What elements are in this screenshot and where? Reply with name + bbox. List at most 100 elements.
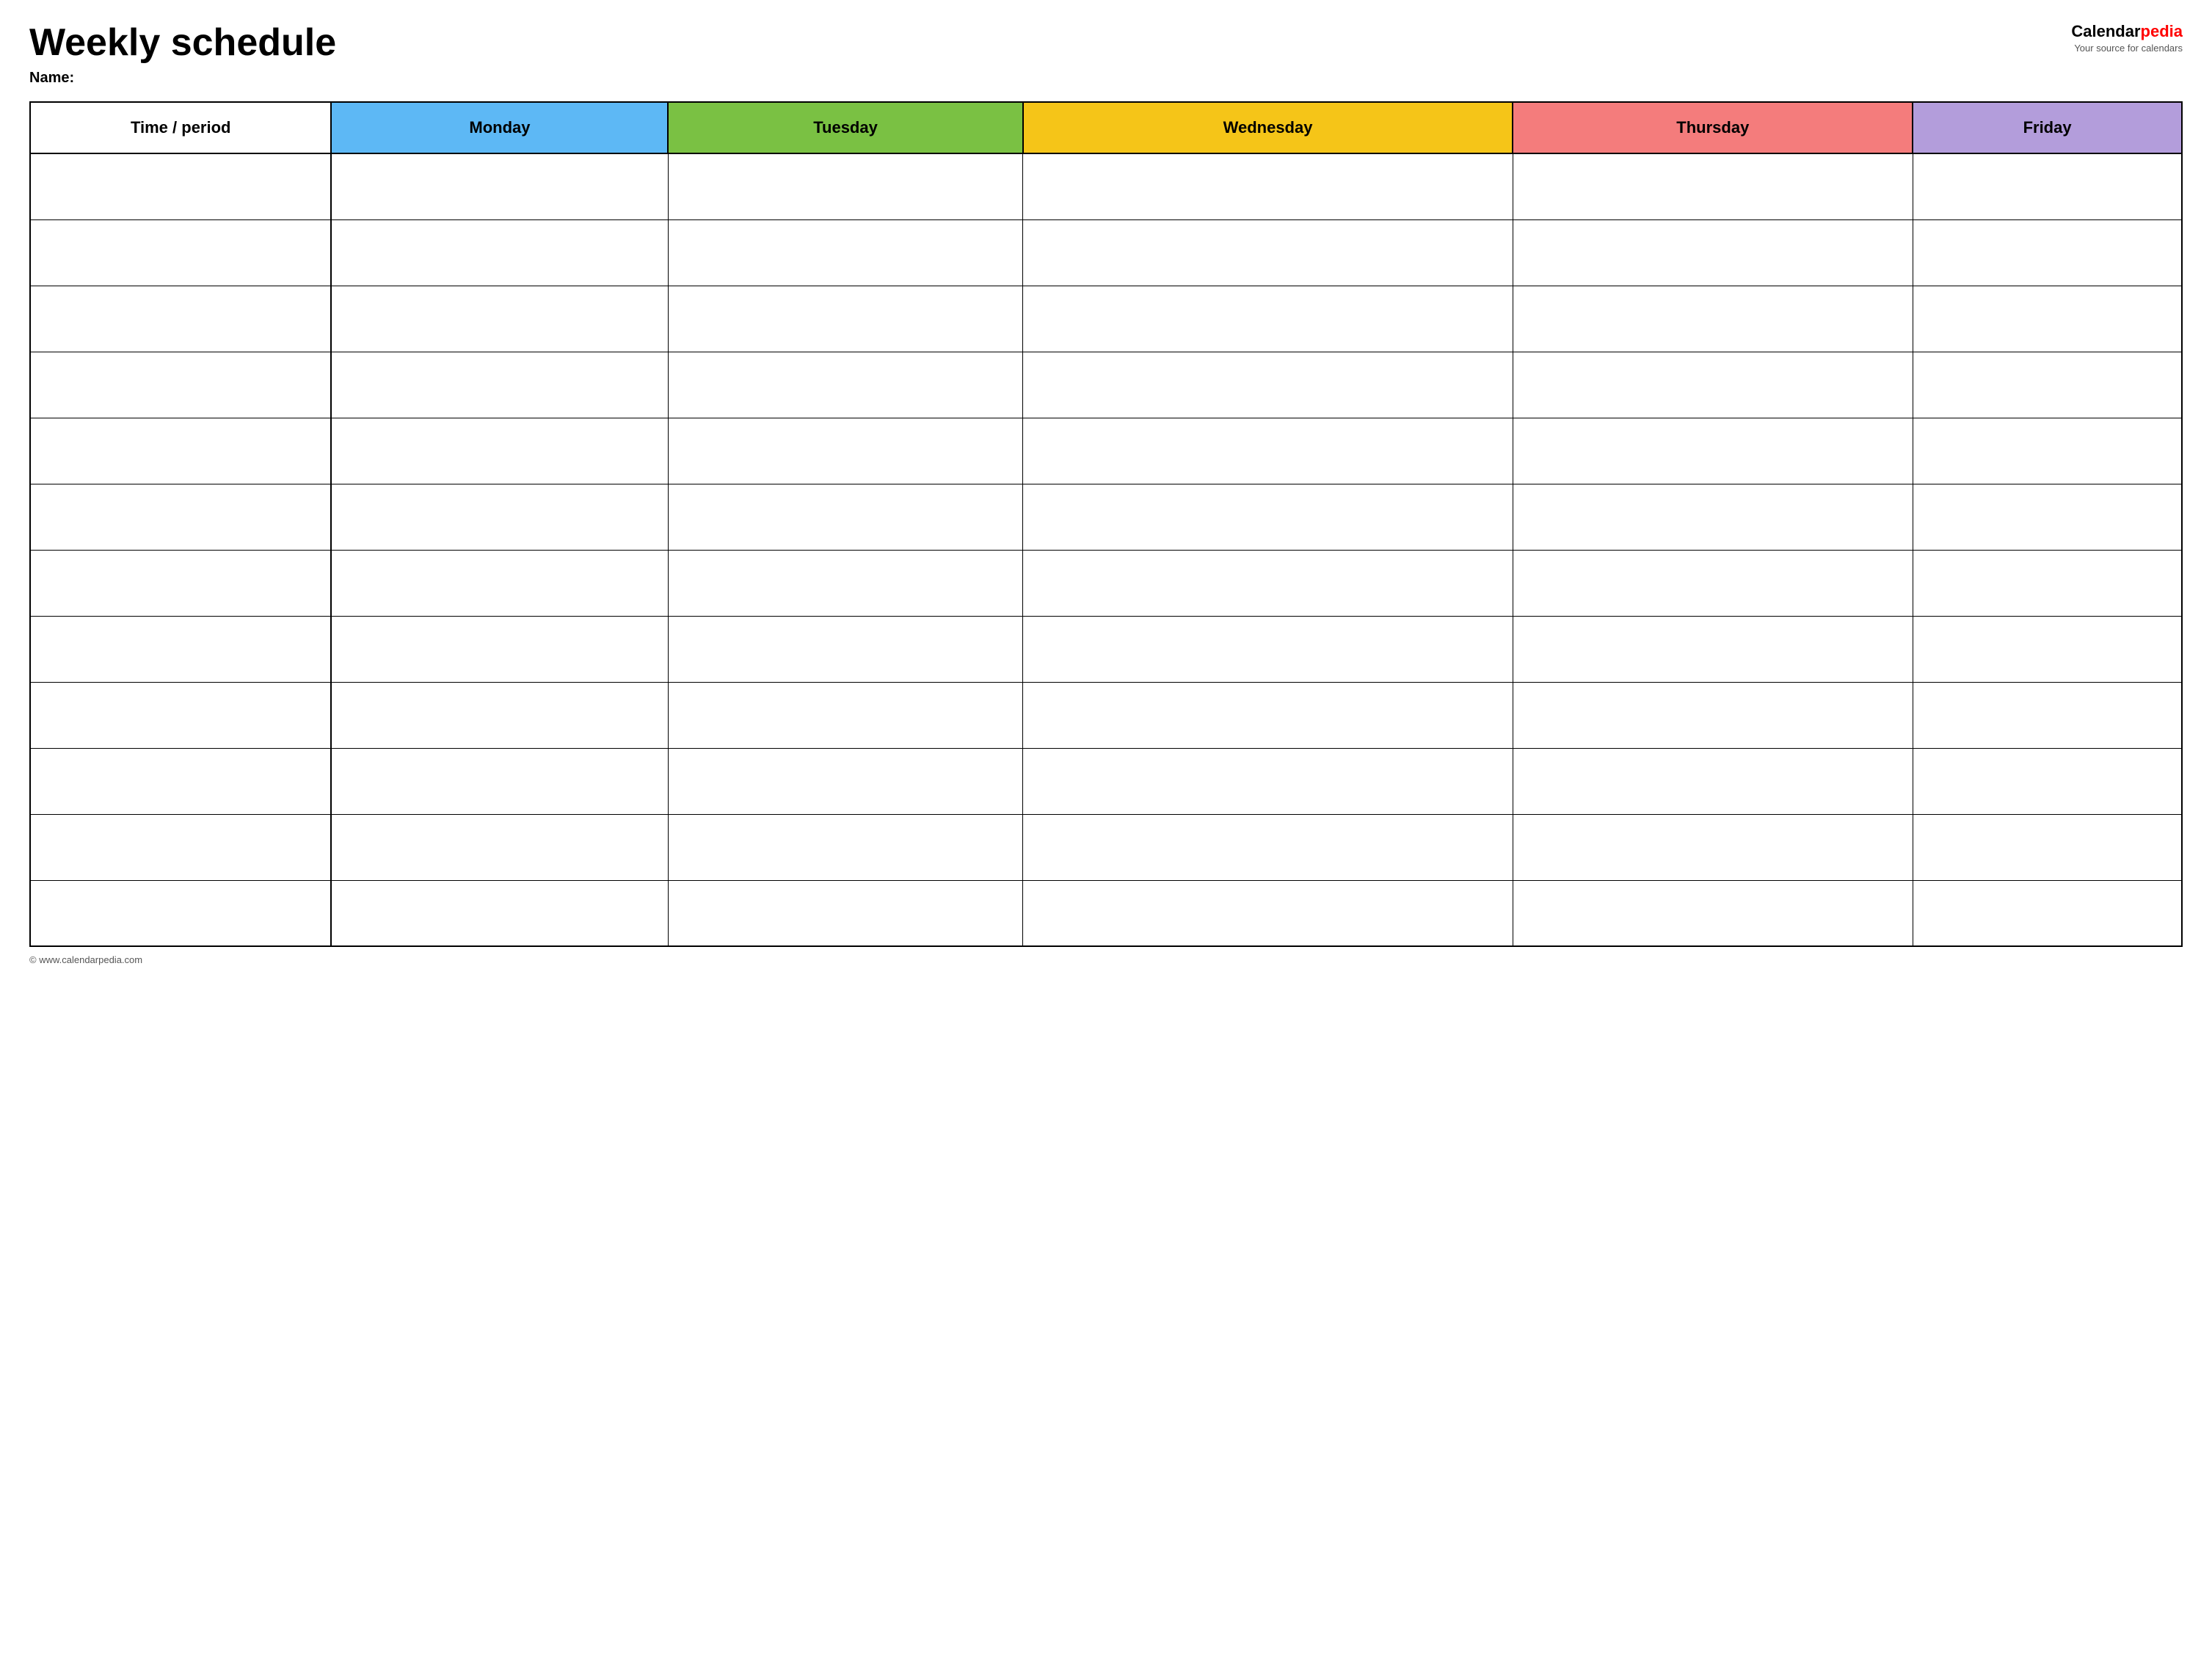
schedule-cell[interactable] (1023, 286, 1513, 352)
schedule-cell[interactable] (1023, 219, 1513, 286)
schedule-cell[interactable] (331, 484, 668, 550)
schedule-cell[interactable] (1913, 880, 2182, 946)
schedule-cell[interactable] (1513, 814, 1913, 880)
schedule-cell[interactable] (1513, 682, 1913, 748)
schedule-cell[interactable] (1023, 484, 1513, 550)
schedule-cell[interactable] (1023, 814, 1513, 880)
schedule-cell[interactable] (331, 153, 668, 219)
table-header-row: Time / period Monday Tuesday Wednesday T… (30, 102, 2182, 153)
name-label: Name: (29, 70, 2071, 87)
time-cell[interactable] (30, 484, 331, 550)
schedule-cell[interactable] (331, 814, 668, 880)
table-row (30, 153, 2182, 219)
time-cell[interactable] (30, 418, 331, 484)
schedule-cell[interactable] (1913, 219, 2182, 286)
schedule-cell[interactable] (1913, 352, 2182, 418)
logo-calendar-text: Calendar (2071, 22, 2140, 40)
table-row (30, 219, 2182, 286)
title-area: Weekly schedule Name: (29, 22, 2071, 87)
schedule-cell[interactable] (668, 219, 1022, 286)
schedule-cell[interactable] (668, 550, 1022, 616)
schedule-cell[interactable] (1023, 748, 1513, 814)
schedule-cell[interactable] (1913, 748, 2182, 814)
schedule-cell[interactable] (1023, 616, 1513, 682)
schedule-cell[interactable] (331, 616, 668, 682)
schedule-cell[interactable] (668, 616, 1022, 682)
time-cell[interactable] (30, 352, 331, 418)
schedule-cell[interactable] (1913, 286, 2182, 352)
table-row (30, 550, 2182, 616)
schedule-cell[interactable] (1513, 616, 1913, 682)
schedule-cell[interactable] (1023, 352, 1513, 418)
schedule-cell[interactable] (331, 880, 668, 946)
time-cell[interactable] (30, 286, 331, 352)
schedule-cell[interactable] (1023, 153, 1513, 219)
schedule-cell[interactable] (331, 418, 668, 484)
schedule-cell[interactable] (1023, 880, 1513, 946)
time-cell[interactable] (30, 748, 331, 814)
time-cell[interactable] (30, 219, 331, 286)
footer: © www.calendarpedia.com (29, 954, 2183, 965)
logo-area: Calendarpedia Your source for calendars (2071, 22, 2183, 54)
schedule-cell[interactable] (1513, 748, 1913, 814)
col-header-monday: Monday (331, 102, 668, 153)
table-row (30, 418, 2182, 484)
table-row (30, 748, 2182, 814)
footer-url: © www.calendarpedia.com (29, 954, 142, 965)
schedule-cell[interactable] (1913, 153, 2182, 219)
schedule-cell[interactable] (331, 286, 668, 352)
time-cell[interactable] (30, 616, 331, 682)
schedule-cell[interactable] (331, 219, 668, 286)
time-cell[interactable] (30, 880, 331, 946)
col-header-time: Time / period (30, 102, 331, 153)
schedule-cell[interactable] (1513, 418, 1913, 484)
schedule-cell[interactable] (668, 418, 1022, 484)
schedule-cell[interactable] (1023, 682, 1513, 748)
schedule-cell[interactable] (1513, 880, 1913, 946)
time-cell[interactable] (30, 550, 331, 616)
time-cell[interactable] (30, 153, 331, 219)
schedule-cell[interactable] (1913, 616, 2182, 682)
schedule-cell[interactable] (1913, 550, 2182, 616)
page-title: Weekly schedule (29, 22, 2071, 64)
schedule-cell[interactable] (1913, 484, 2182, 550)
schedule-cell[interactable] (1513, 219, 1913, 286)
table-row (30, 484, 2182, 550)
schedule-cell[interactable] (331, 748, 668, 814)
schedule-cell[interactable] (1913, 814, 2182, 880)
schedule-cell[interactable] (1913, 682, 2182, 748)
table-row (30, 682, 2182, 748)
schedule-cell[interactable] (668, 352, 1022, 418)
schedule-cell[interactable] (668, 682, 1022, 748)
table-row (30, 286, 2182, 352)
schedule-table: Time / period Monday Tuesday Wednesday T… (29, 101, 2183, 947)
col-header-thursday: Thursday (1513, 102, 1913, 153)
schedule-cell[interactable] (1513, 550, 1913, 616)
col-header-friday: Friday (1913, 102, 2182, 153)
schedule-cell[interactable] (331, 682, 668, 748)
schedule-cell[interactable] (1513, 286, 1913, 352)
col-header-tuesday: Tuesday (668, 102, 1022, 153)
schedule-cell[interactable] (1913, 418, 2182, 484)
table-row (30, 352, 2182, 418)
schedule-cell[interactable] (668, 153, 1022, 219)
schedule-cell[interactable] (1023, 418, 1513, 484)
time-cell[interactable] (30, 814, 331, 880)
schedule-cell[interactable] (668, 748, 1022, 814)
schedule-cell[interactable] (668, 880, 1022, 946)
schedule-cell[interactable] (1513, 352, 1913, 418)
schedule-cell[interactable] (668, 814, 1022, 880)
table-row (30, 880, 2182, 946)
time-cell[interactable] (30, 682, 331, 748)
logo-pedia-text: pedia (2141, 22, 2183, 40)
schedule-cell[interactable] (331, 550, 668, 616)
header-section: Weekly schedule Name: Calendarpedia Your… (29, 22, 2183, 87)
schedule-cell[interactable] (331, 352, 668, 418)
schedule-cell[interactable] (1513, 484, 1913, 550)
schedule-cell[interactable] (1023, 550, 1513, 616)
schedule-cell[interactable] (668, 484, 1022, 550)
logo-tagline: Your source for calendars (2071, 43, 2183, 54)
schedule-cell[interactable] (668, 286, 1022, 352)
schedule-cell[interactable] (1513, 153, 1913, 219)
table-row (30, 616, 2182, 682)
